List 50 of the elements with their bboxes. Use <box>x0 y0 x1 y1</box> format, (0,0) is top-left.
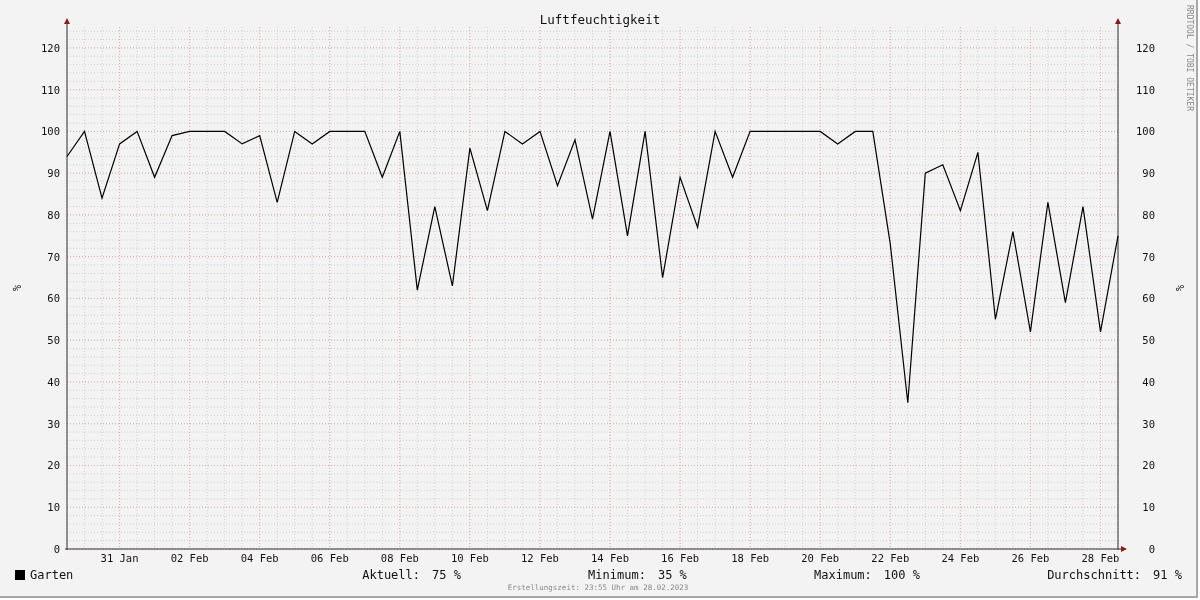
axis-label: 20 <box>47 459 60 472</box>
chart-title: Luftfeuchtigkeit <box>539 12 661 27</box>
axis-label: 04 Feb <box>240 552 279 564</box>
axis-label: 28 Feb <box>1081 552 1120 564</box>
axis-label: 90 <box>1142 167 1155 180</box>
credit-text: RRDTOOL / TOBI OETIKER <box>1185 5 1194 111</box>
axis-label: 120 <box>1136 41 1155 54</box>
axis-label: 10 <box>1142 501 1155 514</box>
legend-stat: Aktuell: 75 % <box>362 567 461 582</box>
axis-label: 20 Feb <box>801 552 840 564</box>
axis-label: 30 <box>1142 417 1155 430</box>
axis-label: 10 <box>47 501 60 514</box>
axis-label: 16 Feb <box>661 552 700 564</box>
axis-label: 20 <box>1142 459 1155 472</box>
legend-stat: Maximum: 100 % <box>814 567 920 582</box>
legend-stat: Minimum: 35 % <box>588 567 687 582</box>
axis-label: 60 <box>1142 292 1155 305</box>
axis-title: % <box>11 284 23 292</box>
axis-label: 110 <box>41 83 60 96</box>
axis-label: 110 <box>1136 83 1155 96</box>
axis-label: 06 Feb <box>310 552 349 564</box>
axis-label: 12 Feb <box>521 552 559 564</box>
axis-label: 80 <box>1142 208 1155 221</box>
axis-label: 100 <box>1136 125 1155 138</box>
axis-label: 22 Feb <box>871 552 910 564</box>
axis-label: 70 <box>1142 250 1155 263</box>
axis-label: 60 <box>47 292 60 305</box>
axis-label: 120 <box>41 41 60 54</box>
axis-label: 70 <box>47 250 60 263</box>
legend-stat: Durchschnitt: 91 % <box>1047 567 1182 582</box>
axis-label: 40 <box>47 375 60 388</box>
axis-label: 40 <box>1142 375 1155 388</box>
axis-label: 31 Jan <box>100 552 139 564</box>
legend-label: Garten <box>30 567 74 582</box>
axis-label: 100 <box>41 125 60 138</box>
axis-label: 50 <box>47 334 60 347</box>
axis-title: % <box>1174 284 1186 292</box>
axis-label: 10 Feb <box>450 552 489 564</box>
axis-label: 0 <box>1148 543 1155 555</box>
axis-label: 80 <box>47 208 60 221</box>
axis-label: 14 Feb <box>591 552 629 564</box>
axis-label: 26 Feb <box>1011 552 1050 564</box>
axis-label: 90 <box>47 167 60 180</box>
axis-label: 50 <box>1142 334 1155 347</box>
axis-label: 08 Feb <box>380 552 419 564</box>
axis-label: 02 Feb <box>170 552 209 564</box>
axis-label: 18 Feb <box>731 552 770 564</box>
axis-label: 30 <box>47 417 60 430</box>
axis-label: 0 <box>53 543 60 555</box>
axis-label: 24 Feb <box>941 552 980 564</box>
